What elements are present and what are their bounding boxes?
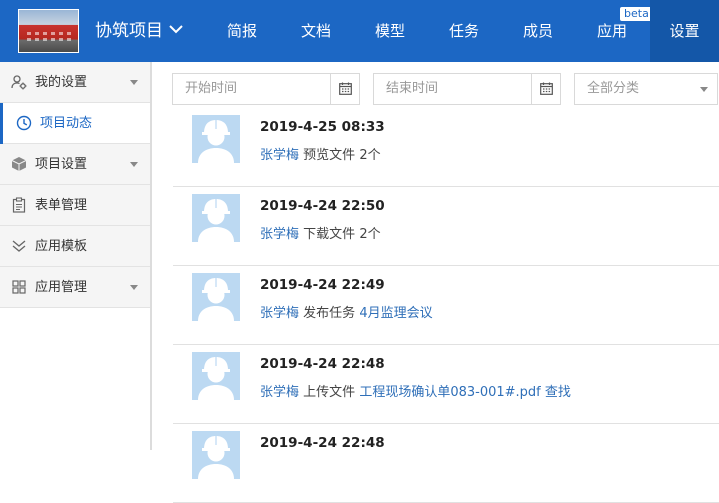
activity-text: 张学梅 上传文件 工程现场确认单083-001#.pdf 查找 xyxy=(260,381,571,400)
start-date-field[interactable]: 开始时间 xyxy=(172,73,360,105)
activity-time: 2019-4-24 22:50 xyxy=(260,198,385,214)
activity-suffix: 2个 xyxy=(359,148,381,163)
start-date-placeholder: 开始时间 xyxy=(185,81,238,96)
sidebar-item-label: 项目设置 xyxy=(35,157,88,172)
user-link[interactable]: 张学梅 xyxy=(260,227,299,242)
user-link[interactable]: 张学梅 xyxy=(260,385,299,400)
activity-time: 2019-4-24 22:48 xyxy=(260,435,385,451)
sidebar-item-project-activity[interactable]: 项目动态 xyxy=(0,103,150,144)
activity-item: 2019-4-24 22:48 xyxy=(173,424,719,503)
activity-action: 下载文件 xyxy=(303,227,356,242)
chevron-down-icon xyxy=(169,0,183,60)
activity-text: 张学梅 下载文件 2个 xyxy=(260,223,381,242)
activity-text: 张学梅 发布任务 4月监理会议 xyxy=(260,302,433,321)
avatar[interactable] xyxy=(192,352,240,400)
clipboard-icon xyxy=(11,197,27,213)
clock-icon xyxy=(16,115,32,131)
sidebar-item-label: 应用管理 xyxy=(35,280,88,295)
task-link[interactable]: 4月监理会议 xyxy=(359,306,432,321)
activity-item: 2019-4-24 22:50 张学梅 下载文件 2个 xyxy=(173,187,719,266)
end-date-field[interactable]: 结束时间 xyxy=(373,73,561,105)
activity-item: 2019-4-24 22:49 张学梅 发布任务 4月监理会议 xyxy=(173,266,719,345)
box-icon xyxy=(11,156,27,172)
file-link[interactable]: 工程现场确认单083-001#.pdf xyxy=(359,385,540,400)
category-select[interactable]: 全部分类 xyxy=(574,73,718,105)
activity-time: 2019-4-25 08:33 xyxy=(260,119,385,135)
category-value: 全部分类 xyxy=(587,81,640,96)
avatar[interactable] xyxy=(192,115,240,163)
sidebar-item-form-management[interactable]: 表单管理 xyxy=(0,185,150,226)
caret-down-icon xyxy=(130,80,138,85)
caret-down-icon xyxy=(700,87,708,92)
find-link[interactable]: 查找 xyxy=(545,385,571,400)
user-link[interactable]: 张学梅 xyxy=(260,306,299,321)
user-gear-icon xyxy=(11,74,27,90)
sidebar-item-label: 项目动态 xyxy=(40,116,93,131)
activity-item: 2019-4-24 22:48 张学梅 上传文件 工程现场确认单083-001#… xyxy=(173,345,719,424)
activity-suffix: 2个 xyxy=(359,227,381,242)
activity-action: 发布任务 xyxy=(303,306,356,321)
activity-text: 张学梅 预览文件 2个 xyxy=(260,144,381,163)
sidebar-item-label: 我的设置 xyxy=(35,75,88,90)
caret-down-icon xyxy=(130,285,138,290)
project-name: 协筑项目 xyxy=(95,21,163,41)
calendar-icon[interactable] xyxy=(531,74,560,104)
activity-time: 2019-4-24 22:48 xyxy=(260,356,385,372)
user-link[interactable]: 张学梅 xyxy=(260,148,299,163)
avatar[interactable] xyxy=(192,194,240,242)
nav-jianbao[interactable]: 简报 xyxy=(212,0,272,62)
avatar[interactable] xyxy=(192,431,240,479)
end-date-placeholder: 结束时间 xyxy=(386,81,439,96)
double-chevron-icon xyxy=(11,238,27,254)
grid-icon xyxy=(11,279,27,295)
activity-action: 预览文件 xyxy=(303,148,356,163)
nav-moxing[interactable]: 模型 xyxy=(360,0,420,62)
nav-wendang[interactable]: 文档 xyxy=(286,0,346,62)
project-logo[interactable] xyxy=(18,9,79,53)
sidebar: 我的设置 项目动态 项目设置 表单管理 应用模板 应用管理 xyxy=(0,62,152,450)
nav-shezhi[interactable]: 设置 xyxy=(650,0,719,62)
activity-time: 2019-4-24 22:49 xyxy=(260,277,385,293)
activity-action: 上传文件 xyxy=(303,385,356,400)
sidebar-item-label: 应用模板 xyxy=(35,239,88,254)
activity-item: 2019-4-25 08:33 张学梅 预览文件 2个 xyxy=(173,108,719,187)
caret-down-icon xyxy=(130,162,138,167)
sidebar-item-my-settings[interactable]: 我的设置 xyxy=(0,62,150,103)
top-nav-bar: 协筑项目 简报 文档 模型 任务 成员 应用 beta 设置 xyxy=(0,0,719,62)
project-switcher[interactable]: 协筑项目 xyxy=(95,0,183,62)
calendar-icon[interactable] xyxy=(330,74,359,104)
nav-chengyuan[interactable]: 成员 xyxy=(508,0,568,62)
sidebar-item-label: 表单管理 xyxy=(35,198,88,213)
nav-renwu[interactable]: 任务 xyxy=(434,0,494,62)
sidebar-item-app-management[interactable]: 应用管理 xyxy=(0,267,150,308)
sidebar-item-app-templates[interactable]: 应用模板 xyxy=(0,226,150,267)
beta-badge: beta xyxy=(619,6,654,22)
sidebar-item-project-settings[interactable]: 项目设置 xyxy=(0,144,150,185)
avatar[interactable] xyxy=(192,273,240,321)
